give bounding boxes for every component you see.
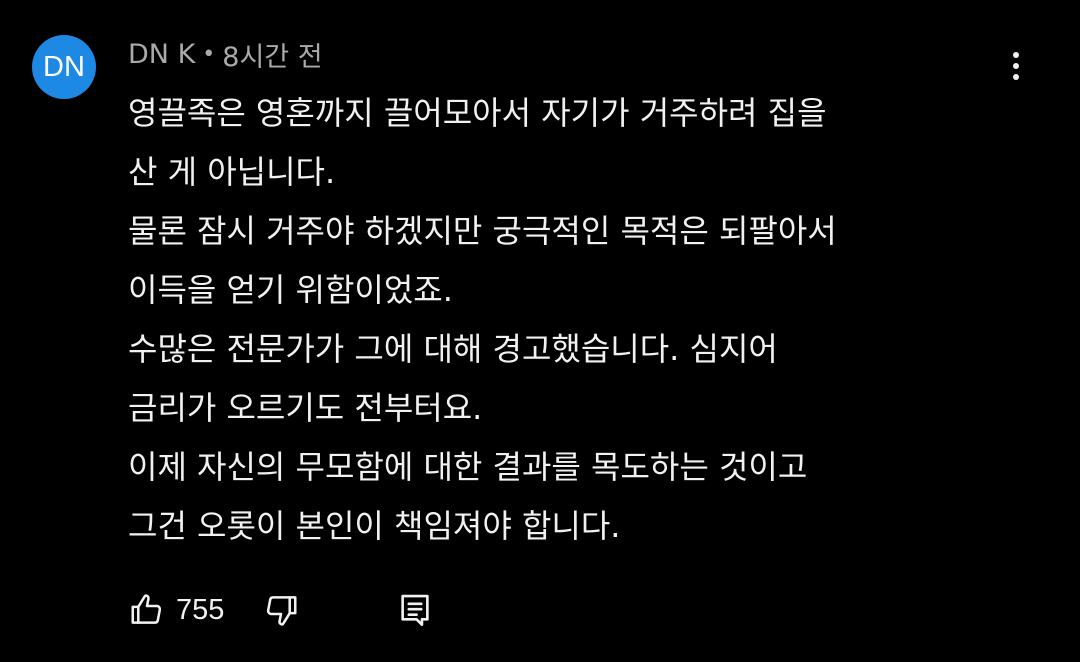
more-dot — [1013, 74, 1019, 80]
author-name[interactable]: DN K — [128, 39, 195, 70]
reply-button[interactable] — [398, 591, 432, 629]
comment-actions: 755 — [128, 586, 432, 634]
comment-line: 이제 자신의 무모함에 대한 결과를 목도하는 것이고 — [128, 448, 808, 486]
more-dot — [1013, 52, 1019, 58]
comment-line: 이득을 얻기 위함이었죠. — [128, 271, 453, 309]
more-dot — [1013, 63, 1019, 69]
comment-line: 수많은 전문가가 그에 대해 경고했습니다. 심지어 — [128, 330, 778, 368]
thumbs-up-icon — [128, 591, 166, 629]
like-count: 755 — [176, 593, 225, 626]
comment-card: DN DN K • 8시간 전 영끌족은 영혼까지 끌어모아서 자기가 거주하려… — [0, 0, 1080, 662]
comment-line: 그건 오롯이 본인이 책임져야 합니다. — [128, 507, 621, 545]
thumbs-down-icon — [262, 591, 300, 629]
avatar-initials: DN — [43, 50, 85, 83]
comment-line: 산 게 아닙니다. — [128, 153, 336, 191]
comment-line: 금리가 오르기도 전부터요. — [128, 389, 483, 427]
comment-line: 물론 잠시 거주야 하겠지만 궁극적인 목적은 되팔아서 — [128, 212, 837, 250]
like-button[interactable]: 755 — [128, 591, 224, 629]
timestamp[interactable]: 8시간 전 — [222, 35, 322, 74]
avatar[interactable]: DN — [32, 35, 96, 99]
more-vertical-icon[interactable] — [1000, 46, 1032, 86]
comment-text: 영끌족은 영혼까지 끌어모아서 자기가 거주하려 집을 산 게 아닙니다. 물론… — [128, 84, 1028, 556]
meta-separator: • — [202, 41, 216, 67]
comment-header: DN K • 8시간 전 — [128, 34, 323, 74]
reply-comment-icon — [398, 591, 432, 629]
comment-line: 영끌족은 영혼까지 끌어모아서 자기가 거주하려 집을 — [128, 94, 827, 132]
dislike-button[interactable] — [262, 591, 300, 629]
